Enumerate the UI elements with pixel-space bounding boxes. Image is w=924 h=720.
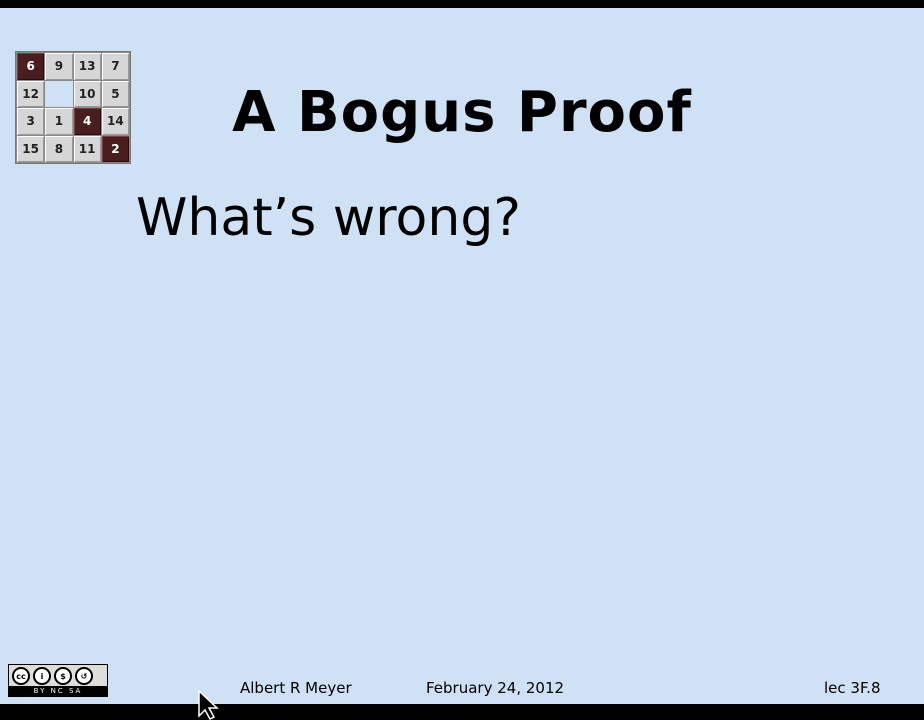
footer-author: Albert R Meyer xyxy=(240,679,352,697)
cc-icon: cc xyxy=(12,667,30,685)
mouse-pointer-icon xyxy=(198,690,219,720)
puzzle-tile: 6 xyxy=(17,53,45,80)
puzzle-tile: 13 xyxy=(73,53,101,80)
slide: 6 9 13 7 12 10 5 3 1 4 14 15 8 11 2 A Bo… xyxy=(0,8,924,704)
sharealike-icon: ↺ xyxy=(75,667,93,685)
cc-license-text: BY NC SA xyxy=(9,686,107,696)
attribution-icon: i xyxy=(33,667,51,685)
footer-date: February 24, 2012 xyxy=(426,679,565,697)
puzzle-tile: 7 xyxy=(101,53,129,80)
slide-title: A Bogus Proof xyxy=(232,80,692,145)
noncommercial-icon: $ xyxy=(54,667,72,685)
puzzle-tile: 9 xyxy=(45,53,73,80)
cc-badge-symbols: cc i $ ↺ xyxy=(9,665,107,687)
footer-lecture: lec 3F.8 xyxy=(824,679,881,697)
slide-question: What’s wrong? xyxy=(136,188,521,248)
creative-commons-icon: cc i $ ↺ BY NC SA xyxy=(8,664,108,697)
